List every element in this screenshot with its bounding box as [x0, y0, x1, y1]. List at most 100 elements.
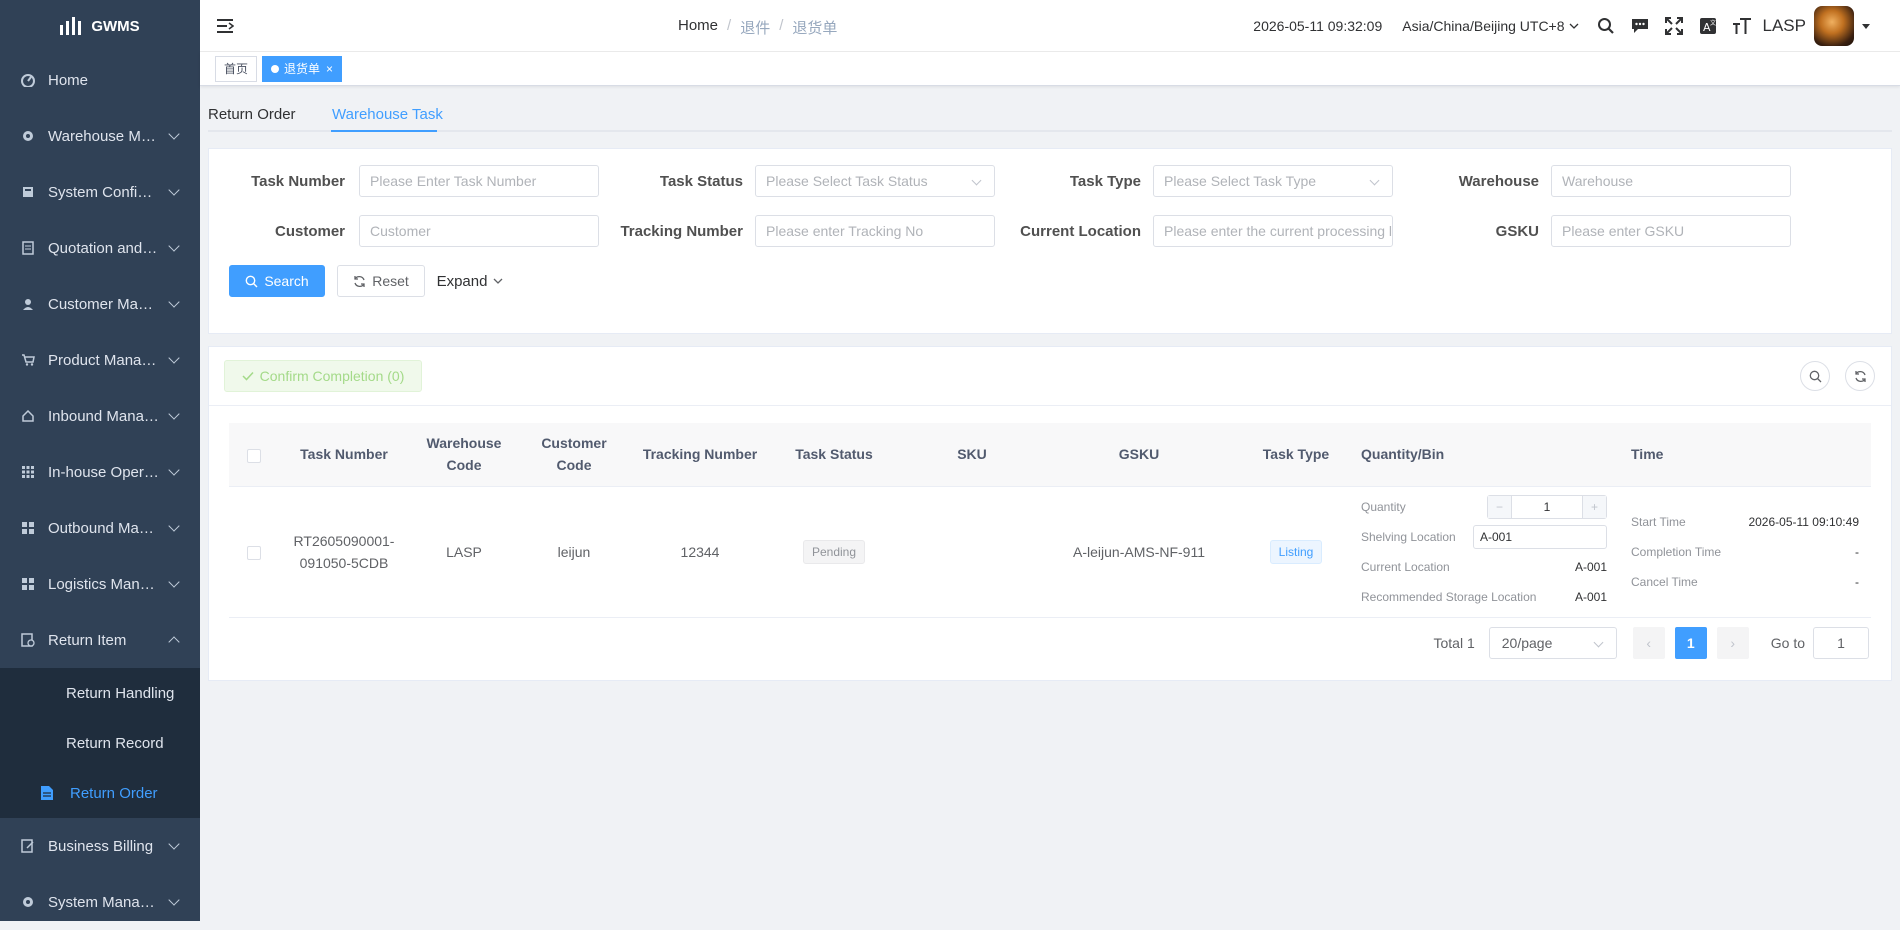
- sidebar-item-label: System Configuration: [48, 183, 160, 201]
- breadcrumb-separator: /: [727, 17, 732, 34]
- sidebar-item-customer[interactable]: Customer Management: [0, 276, 200, 332]
- sidebar-item-system-management[interactable]: System Management: [0, 874, 200, 930]
- field-label: Current Location: [1020, 222, 1141, 240]
- quantity-value[interactable]: 1: [1512, 496, 1582, 518]
- cancel-time-label: Cancel Time: [1631, 574, 1698, 589]
- sidebar-item-system-config[interactable]: System Configuration: [0, 164, 200, 220]
- message-icon[interactable]: [1623, 9, 1657, 43]
- confirm-completion-label: Confirm Completion (0): [259, 368, 405, 384]
- plus-icon[interactable]: +: [1582, 495, 1606, 518]
- goto-page-input[interactable]: 1: [1813, 627, 1869, 659]
- sidebar-item-return-item[interactable]: Return Item: [0, 612, 200, 668]
- field-customer: Customer Customer: [209, 215, 599, 247]
- chevron-down-icon: [1593, 637, 1604, 648]
- reset-button-label: Reset: [372, 273, 409, 289]
- toggle-search-button[interactable]: [1800, 361, 1830, 391]
- tab-warehouse-task[interactable]: Warehouse Task: [332, 106, 443, 123]
- sidebar-item-label: System Management: [48, 893, 160, 911]
- tag-return-order[interactable]: 退货单 ×: [262, 55, 343, 82]
- sidebar-item-product[interactable]: Product Management: [0, 332, 200, 388]
- caret-down-icon[interactable]: [1862, 23, 1870, 29]
- field-warehouse: Warehouse Warehouse: [1403, 165, 1791, 197]
- start-time-label: Start Time: [1631, 514, 1686, 529]
- row-select[interactable]: [229, 486, 279, 618]
- pagination-total: Total 1: [1433, 635, 1475, 651]
- header-select-all[interactable]: [229, 423, 279, 487]
- refresh-button[interactable]: [1845, 361, 1875, 391]
- warehouse-input[interactable]: Warehouse: [1551, 165, 1791, 197]
- search-form: Task Number Please Enter Task Number Tas…: [208, 148, 1892, 334]
- chevron-down-icon: [168, 352, 180, 364]
- sidebar-item-inhouse[interactable]: In-house Operations: [0, 444, 200, 500]
- field-gsku: GSKU Please enter GSKU: [1403, 215, 1791, 247]
- sidebar-item-outbound[interactable]: Outbound Management: [0, 500, 200, 556]
- sidebar-subitem-return-handling[interactable]: Return Handling: [0, 668, 200, 718]
- chevron-down-icon: [168, 520, 180, 532]
- avatar[interactable]: [1814, 6, 1854, 46]
- cell-time: Start Time 2026-05-11 09:10:49 Completio…: [1623, 486, 1871, 618]
- font-size-icon[interactable]: [1725, 9, 1759, 43]
- page-button-current[interactable]: 1: [1674, 627, 1707, 659]
- sidebar-item-billing[interactable]: Business Billing: [0, 818, 200, 874]
- chevron-down-icon: [168, 838, 180, 850]
- sidebar-subitem-label: Return Record: [66, 734, 164, 752]
- billing-icon: [20, 838, 36, 854]
- header-time: Time: [1623, 423, 1871, 487]
- tab-return-order[interactable]: Return Order: [208, 106, 296, 123]
- task-table-card: Confirm Completion (0) Task Number Wareh…: [208, 346, 1892, 681]
- reset-button[interactable]: Reset: [337, 265, 425, 297]
- task-number-input[interactable]: Please Enter Task Number: [359, 165, 599, 197]
- app-logo[interactable]: GWMS: [0, 0, 200, 52]
- recommended-location-label: Recommended Storage Location: [1361, 589, 1537, 604]
- minus-icon[interactable]: −: [1488, 495, 1512, 518]
- search-icon[interactable]: [1589, 9, 1623, 43]
- expand-button[interactable]: Expand: [435, 265, 505, 297]
- timezone-select[interactable]: Asia/China/Beijing UTC+8: [1402, 18, 1578, 34]
- current-location-input[interactable]: Please enter the current processing loca…: [1153, 215, 1393, 247]
- start-time-row: Start Time 2026-05-11 09:10:49: [1631, 507, 1871, 537]
- sidebar-item-inbound[interactable]: Inbound Management: [0, 388, 200, 444]
- task-type-select[interactable]: Please Select Task Type: [1153, 165, 1393, 197]
- sidebar-item-quotation[interactable]: Quotation and Pricing: [0, 220, 200, 276]
- outbound-icon: [20, 520, 36, 536]
- completion-time-row: Completion Time -: [1631, 537, 1871, 567]
- sidebar-subitem-return-order[interactable]: Return Order: [0, 768, 200, 818]
- sidebar-item-home[interactable]: Home: [0, 52, 200, 108]
- gsku-input[interactable]: Please enter GSKU: [1551, 215, 1791, 247]
- grid-icon: [20, 464, 36, 480]
- chevron-down-icon: [493, 278, 503, 284]
- chevron-down-icon: [1569, 23, 1578, 29]
- tracking-number-input[interactable]: Please enter Tracking No: [755, 215, 995, 247]
- breadcrumb-home[interactable]: Home: [678, 17, 718, 38]
- sidebar-item-logistics[interactable]: Logistics Management: [0, 556, 200, 612]
- current-datetime: 2026-05-11 09:32:09: [1253, 18, 1383, 34]
- tag-home[interactable]: 首页: [215, 55, 258, 82]
- quantity-stepper[interactable]: − 1 +: [1487, 494, 1607, 519]
- task-status-select[interactable]: Please Select Task Status: [755, 165, 995, 197]
- customer-input[interactable]: Customer: [359, 215, 599, 247]
- prev-page-button[interactable]: ‹: [1632, 627, 1665, 659]
- select-all-checkbox[interactable]: [247, 448, 261, 463]
- status-badge: Pending: [802, 539, 866, 564]
- row-checkbox[interactable]: [247, 545, 261, 560]
- type-badge: Listing: [1269, 539, 1323, 564]
- fullscreen-icon[interactable]: [1657, 9, 1691, 43]
- header-task-type: Task Type: [1231, 423, 1361, 487]
- header-quantity-bin: Quantity/Bin: [1361, 423, 1623, 487]
- confirm-completion-button[interactable]: Confirm Completion (0): [224, 360, 422, 392]
- sidebar-subitem-return-record[interactable]: Return Record: [0, 718, 200, 768]
- page-size-select[interactable]: 20/page: [1488, 627, 1617, 659]
- sidebar-item-label: Inbound Management: [48, 407, 160, 425]
- shelving-location-input[interactable]: A-001: [1473, 524, 1607, 549]
- next-page-button[interactable]: ›: [1716, 627, 1749, 659]
- username[interactable]: LASP: [1763, 16, 1806, 36]
- search-button[interactable]: Search: [229, 265, 325, 297]
- translate-icon[interactable]: A文: [1691, 9, 1725, 43]
- close-icon[interactable]: ×: [326, 62, 333, 76]
- sidebar-item-warehouse[interactable]: Warehouse Management: [0, 108, 200, 164]
- warehouse-icon: [20, 128, 36, 144]
- navbar: Home / 退件 / 退货单 2026-05-11 09:32:09 Asia…: [200, 0, 1900, 52]
- hamburger-icon[interactable]: [216, 18, 235, 34]
- chevron-down-icon: [168, 408, 180, 420]
- field-label: GSKU: [1495, 222, 1539, 240]
